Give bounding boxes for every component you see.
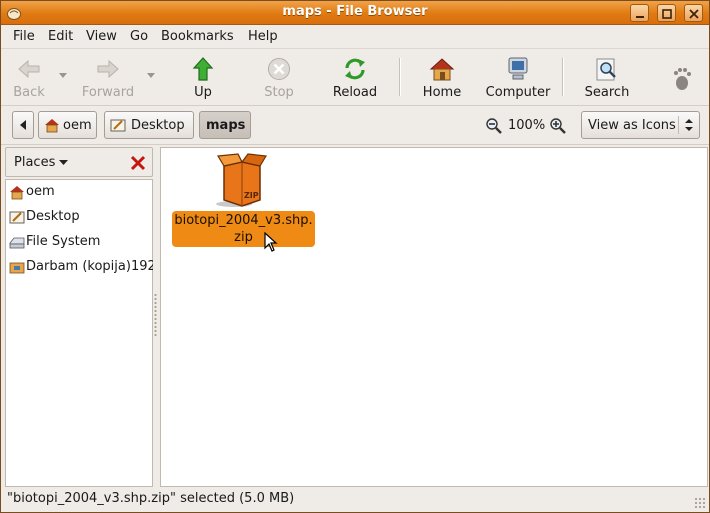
zoom-out-icon[interactable] <box>485 117 503 135</box>
reload-icon <box>345 58 365 80</box>
forward-history-arrow-icon[interactable] <box>147 73 155 79</box>
close-icon <box>689 9 699 19</box>
file-browser-window: maps - File Browser File Edit View Go Bo… <box>0 0 710 513</box>
back-label: Back <box>13 85 45 100</box>
file-name-line: biotopi_2004_v3.shp. <box>174 213 313 228</box>
reload-label: Reload <box>332 85 378 100</box>
sidebar-item-label: Desktop <box>26 209 80 224</box>
computer-label: Computer <box>485 85 551 100</box>
side-pane-header: Places <box>5 147 153 177</box>
file-icon-view[interactable]: ZIP biotopi_2004_v3.shp. zip <box>160 147 708 487</box>
menu-file[interactable]: File <box>13 29 35 44</box>
menu-bar: File Edit View Go Bookmarks Help <box>1 25 709 49</box>
sidebar-item-desktop[interactable]: Desktop <box>6 206 153 228</box>
toolbar-separator <box>562 58 564 96</box>
sidebar-item-label: oem <box>26 184 55 199</box>
svg-text:ZIP: ZIP <box>244 191 259 200</box>
up-arrow-icon <box>192 57 214 81</box>
toolbar: Back Forward Up Stop Reload Home Compute… <box>1 50 709 106</box>
maximize-icon <box>662 9 672 19</box>
reload-button[interactable]: Reload <box>331 54 379 102</box>
dropdown-arrow-icon[interactable] <box>59 160 68 166</box>
zip-archive-icon: ZIP <box>216 153 267 207</box>
home-folder-icon <box>45 119 59 133</box>
network-folder-icon <box>9 262 25 274</box>
window-resize-grip[interactable] <box>694 497 706 509</box>
places-list: oem Desktop File System Darbam (kopija)1… <box>5 179 153 487</box>
status-bar: "biotopi_2004_v3.shp.zip" selected (5.0 … <box>1 488 709 512</box>
view-mode-label: View as Icons <box>588 118 676 133</box>
back-arrow-icon <box>18 59 40 79</box>
up-label: Up <box>194 85 212 100</box>
stop-icon <box>268 58 290 80</box>
sidebar-item-label: File System <box>26 234 101 249</box>
path-button-maps[interactable]: maps <box>199 111 251 139</box>
sidebar-item-file-system[interactable]: File System <box>6 231 153 253</box>
computer-icon <box>508 57 528 80</box>
path-button-desktop[interactable]: Desktop <box>104 111 194 139</box>
computer-button[interactable]: Computer <box>485 54 551 102</box>
zoom-in-icon[interactable] <box>549 117 567 135</box>
home-folder-icon <box>10 186 24 200</box>
up-button[interactable]: Up <box>181 54 225 102</box>
home-label: Home <box>422 85 462 100</box>
path-label-desktop: Desktop <box>131 118 185 133</box>
path-scroll-left-button[interactable] <box>12 111 34 139</box>
zoom-level[interactable]: 100% <box>508 118 545 133</box>
menu-help[interactable]: Help <box>248 29 278 44</box>
back-button[interactable]: Back <box>7 54 51 102</box>
location-bar: oem Desktop maps 100% View as Icons <box>1 107 709 145</box>
toolbar-separator <box>399 58 401 96</box>
window-title: maps - File Browser <box>282 4 428 19</box>
home-icon <box>429 58 455 81</box>
maximize-button[interactable] <box>657 4 676 22</box>
side-pane: Places oem Desktop File System Darbam (k… <box>5 147 153 487</box>
stop-button[interactable]: Stop <box>257 54 301 102</box>
updown-arrows-icon <box>685 119 693 131</box>
chevron-left-icon <box>20 120 26 130</box>
gnome-foot-icon <box>674 68 691 90</box>
menu-edit[interactable]: Edit <box>48 29 73 44</box>
search-button[interactable]: Search <box>583 54 631 102</box>
stop-label: Stop <box>264 85 294 100</box>
search-icon <box>596 58 616 81</box>
mouse-pointer-icon <box>264 232 278 252</box>
forward-arrow-icon <box>97 59 119 79</box>
path-button-oem[interactable]: oem <box>38 111 97 139</box>
menu-view[interactable]: View <box>86 29 117 44</box>
file-name-line: zip <box>234 230 253 245</box>
forward-button[interactable]: Forward <box>81 54 135 102</box>
desktop-icon <box>9 211 25 224</box>
pane-resize-handle[interactable] <box>154 293 157 337</box>
close-window-button[interactable] <box>684 4 703 22</box>
minimize-icon <box>636 16 644 18</box>
path-label-oem: oem <box>63 118 92 133</box>
title-bar[interactable]: maps - File Browser <box>1 1 709 25</box>
close-sidebar-icon[interactable] <box>130 155 146 171</box>
home-button[interactable]: Home <box>420 54 464 102</box>
sidebar-item-oem[interactable]: oem <box>6 181 153 203</box>
menu-bookmarks[interactable]: Bookmarks <box>161 29 234 44</box>
desktop-icon <box>110 119 126 132</box>
minimize-button[interactable] <box>630 4 649 22</box>
places-selector[interactable]: Places <box>14 155 55 170</box>
sidebar-item-label: Darbam (kopija)192 <box>26 259 153 274</box>
file-name-label[interactable]: biotopi_2004_v3.shp. zip <box>172 211 315 247</box>
view-mode-select[interactable]: View as Icons <box>581 111 700 139</box>
back-history-arrow-icon[interactable] <box>59 73 67 79</box>
sidebar-item-darbam[interactable]: Darbam (kopija)192 <box>6 256 153 278</box>
drive-icon <box>9 237 25 249</box>
path-label-maps: maps <box>206 118 246 133</box>
menu-go[interactable]: Go <box>130 29 148 44</box>
search-label: Search <box>584 85 630 100</box>
status-text: "biotopi_2004_v3.shp.zip" selected (5.0 … <box>7 491 295 506</box>
forward-label: Forward <box>81 85 135 100</box>
combo-separator <box>678 116 679 134</box>
